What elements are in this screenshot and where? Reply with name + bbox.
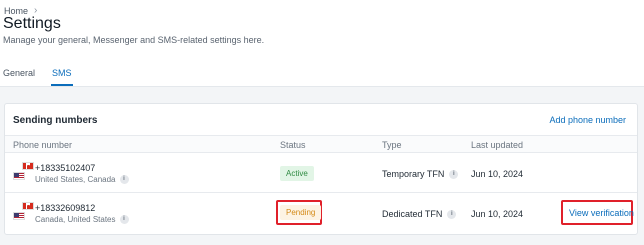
number-type: Dedicated TFN i: [382, 209, 457, 219]
region-label: Canada, United States: [35, 215, 116, 224]
status-badge: Active: [280, 166, 314, 181]
status-badge: Pending: [280, 205, 322, 220]
sending-numbers-card: Sending numbers Add phone number Phone n…: [4, 103, 638, 235]
type-label: Dedicated TFN: [382, 209, 443, 219]
phone-region: United States, Canada i: [35, 175, 129, 184]
view-verification-link[interactable]: View verification: [569, 208, 634, 218]
table-header: [5, 136, 637, 153]
column-header-phone: Phone number: [13, 140, 73, 150]
column-header-type: Type: [382, 140, 402, 150]
last-updated: Jun 10, 2024: [471, 209, 524, 219]
last-updated: Jun 10, 2024: [471, 169, 524, 179]
country-flags-icon: [13, 162, 35, 184]
page-title: Settings: [3, 15, 61, 32]
tab-sms[interactable]: SMS: [51, 68, 73, 86]
tab-general[interactable]: General: [3, 68, 35, 86]
page-subtitle: Manage your general, Messenger and SMS-r…: [3, 35, 265, 45]
header-divider: [0, 86, 644, 87]
column-header-status: Status: [280, 140, 306, 150]
phone-number: +18335102407: [35, 163, 96, 173]
divider: [5, 192, 637, 193]
region-label: United States, Canada: [35, 175, 116, 184]
info-icon[interactable]: i: [119, 175, 129, 184]
us-flag-icon: [13, 212, 25, 220]
add-phone-number-button[interactable]: Add phone number: [549, 115, 626, 125]
number-type: Temporary TFN i: [382, 169, 459, 179]
us-flag-icon: [13, 172, 25, 180]
phone-number: +18332609812: [35, 203, 96, 213]
type-label: Temporary TFN: [382, 169, 445, 179]
canada-flag-icon: [22, 162, 34, 170]
column-header-last-updated: Last updated: [471, 140, 524, 150]
page-header: Home › Settings Manage your general, Mes…: [0, 0, 644, 86]
phone-region: Canada, United States i: [35, 215, 129, 224]
breadcrumb-home-link[interactable]: Home: [4, 6, 28, 16]
canada-flag-icon: [22, 202, 34, 210]
info-icon[interactable]: i: [119, 215, 129, 224]
settings-tabs: General SMS: [3, 68, 73, 86]
info-icon[interactable]: i: [449, 169, 459, 179]
info-icon[interactable]: i: [447, 209, 457, 219]
country-flags-icon: [13, 202, 35, 224]
card-title: Sending numbers: [13, 115, 98, 126]
